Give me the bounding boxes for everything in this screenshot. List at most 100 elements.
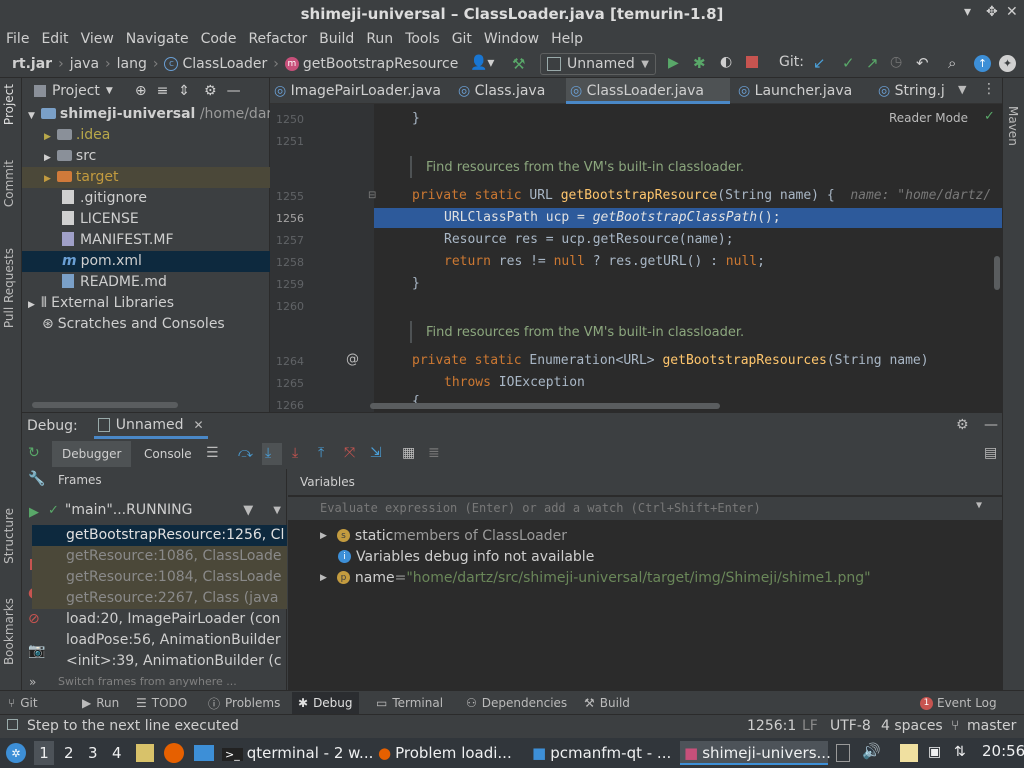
minimize-icon[interactable]: ▾ [964, 4, 971, 20]
tree-item-gitignore[interactable]: .gitignore [22, 188, 270, 209]
toolwindow-debug[interactable]: ✱ Debug [292, 692, 359, 714]
history-icon[interactable]: ◷ [890, 54, 902, 70]
workspace-4[interactable]: 4 [112, 741, 122, 765]
run-config-selector[interactable]: Unnamed ▼ [540, 53, 656, 75]
network-icon[interactable]: ⇅ [954, 744, 966, 760]
tab-class[interactable]: ◎ Class.java [454, 78, 560, 104]
tree-item-license[interactable]: LICENSE [22, 209, 270, 230]
indent-setting[interactable]: 4 spaces [881, 718, 943, 734]
tree-item-idea[interactable]: ▶ .idea [22, 125, 270, 146]
run-to-cursor-icon[interactable]: ⇲ [370, 445, 382, 461]
gear-icon[interactable]: ⚙ [204, 83, 217, 99]
side-tab-bookmarks[interactable]: Bookmarks [2, 598, 16, 665]
chevron-down-icon[interactable]: ▼ [106, 86, 113, 96]
toolwindow-run[interactable]: ▶ Run [82, 694, 119, 712]
menu-help[interactable]: Help [545, 28, 589, 50]
menu-code[interactable]: Code [195, 28, 243, 50]
menu-window[interactable]: Window [478, 28, 545, 50]
rerun-icon[interactable]: ↻ [28, 445, 40, 461]
task-firefox[interactable]: ● Problem loadi... [378, 741, 524, 765]
maximize-icon[interactable]: ✥ [986, 4, 998, 20]
expand-all-icon[interactable]: ⇕ [178, 83, 190, 99]
search-icon[interactable]: ⌕ [948, 54, 956, 72]
tree-item-manifest[interactable]: MANIFEST.MF [22, 230, 270, 251]
override-marker-icon[interactable]: @ [346, 352, 359, 367]
toolwindow-todo[interactable]: ☰ TODO [136, 694, 187, 712]
side-tab-commit[interactable]: Commit [2, 160, 16, 207]
clock[interactable]: 20:56 [982, 742, 1024, 760]
stop-icon[interactable] [746, 56, 758, 68]
horizontal-scrollbar[interactable] [370, 403, 720, 409]
breadcrumb-package-java[interactable]: java [70, 56, 99, 72]
frame-row[interactable]: getResource:2267, Class (java [32, 588, 287, 609]
run-icon[interactable]: ▶ [668, 55, 679, 71]
step-over-icon[interactable]: ⤼ [238, 445, 253, 461]
tab-console[interactable]: Console [134, 441, 202, 467]
workspace-3[interactable]: 3 [88, 741, 98, 765]
tree-item-readme[interactable]: README.md [22, 272, 270, 293]
frame-row-selected[interactable]: getBootstrapResource:1256, Cl [32, 525, 287, 546]
evaluate-icon[interactable]: ▦ [402, 445, 415, 461]
tab-classloader[interactable]: ◎ ClassLoader.java [566, 78, 730, 104]
git-commit-icon[interactable]: ✓ [842, 54, 855, 72]
chevron-down-icon[interactable]: ▼ [976, 500, 982, 511]
side-tab-maven[interactable]: Maven [1006, 106, 1020, 146]
menu-git[interactable]: Git [446, 28, 478, 50]
menu-edit[interactable]: Edit [35, 28, 74, 50]
side-tab-structure[interactable]: Structure [2, 508, 16, 564]
menu-navigate[interactable]: Navigate [120, 28, 195, 50]
tree-item-pom[interactable]: m pom.xml [22, 251, 270, 272]
chevron-down-icon[interactable]: ▼ [273, 505, 281, 516]
variable-row-name[interactable]: ▶ p name = "home/dartz/src/shimeji-unive… [320, 567, 871, 588]
toolwindow-terminal[interactable]: ▭ Terminal [376, 694, 443, 712]
start-menu-icon[interactable]: ✲ [6, 743, 26, 763]
breadcrumb-package-lang[interactable]: lang [117, 56, 147, 72]
tab-string[interactable]: ◎ String.j [874, 78, 954, 104]
menu-refactor[interactable]: Refactor [242, 28, 313, 50]
firefox-icon[interactable] [164, 743, 184, 763]
hide-icon[interactable]: — [984, 417, 998, 433]
toolwindow-build[interactable]: ⚒ Build [584, 694, 630, 712]
caret-position[interactable]: 1256:1 [747, 718, 796, 734]
status-toggle-icon[interactable] [7, 719, 18, 730]
task-qterminal[interactable]: >_ qterminal - 2 w... [222, 741, 373, 765]
inspection-ok-icon[interactable]: ✓ [984, 109, 995, 124]
file-encoding[interactable]: UTF-8 [830, 718, 871, 734]
tree-item-root[interactable]: ▼ shimeji-universal /home/dartz [22, 104, 285, 125]
update-icon[interactable]: ↑ [974, 55, 991, 72]
tree-item-src[interactable]: ▶ src [22, 146, 270, 167]
locate-icon[interactable]: ⊕ [135, 83, 147, 99]
frame-row[interactable]: getResource:1086, ClassLoade [32, 546, 287, 567]
breadcrumb-jar[interactable]: rt.jar [12, 56, 52, 72]
drop-frame-icon[interactable]: ⤧ [344, 445, 355, 461]
trace-icon[interactable]: ≣ [428, 445, 440, 461]
debug-session-tab[interactable]: Unnamed ✕ [93, 413, 208, 439]
menu-lines-icon[interactable]: ☰ [206, 445, 219, 461]
task-pcmanfm[interactable]: ■ pcmanfm-qt - ... [532, 741, 678, 765]
tree-item-target[interactable]: ▶ target [22, 167, 270, 188]
volume-icon[interactable]: 🔊 [862, 742, 881, 760]
collapse-all-icon[interactable]: ≡ [157, 83, 169, 99]
gear-icon[interactable]: ⚙ [956, 417, 969, 433]
horizontal-scrollbar[interactable] [32, 402, 178, 408]
toolwindow-problems[interactable]: ⓘ Problems [208, 694, 280, 712]
workspace-2[interactable]: 2 [64, 741, 74, 765]
display-icon[interactable]: ▣ [928, 744, 941, 760]
event-log-button[interactable]: 1 Event Log [920, 694, 997, 712]
vertical-scrollbar[interactable] [994, 256, 1000, 290]
clipboard-icon[interactable] [900, 744, 918, 762]
file-manager-icon[interactable] [136, 744, 154, 762]
breadcrumb-method[interactable]: getBootstrapResource [303, 56, 458, 72]
layout-icon[interactable]: ▤ [984, 445, 997, 461]
step-out-icon[interactable]: ⤒ [318, 445, 324, 461]
breadcrumb-class[interactable]: ClassLoader [182, 56, 267, 72]
folder-icon[interactable] [194, 745, 214, 761]
frame-row[interactable]: load:20, ImagePairLoader (con [32, 609, 287, 630]
chevron-down-icon[interactable]: ▼ [958, 83, 966, 96]
debug-bug-icon[interactable]: ✱ [693, 54, 706, 72]
thread-selector[interactable]: ✓ "main"...RUNNING ▼ ▼ [48, 499, 287, 521]
menu-file[interactable]: File [0, 28, 35, 50]
menu-view[interactable]: View [75, 28, 120, 50]
side-tab-project[interactable]: Project [2, 84, 16, 125]
menu-build[interactable]: Build [313, 28, 360, 50]
